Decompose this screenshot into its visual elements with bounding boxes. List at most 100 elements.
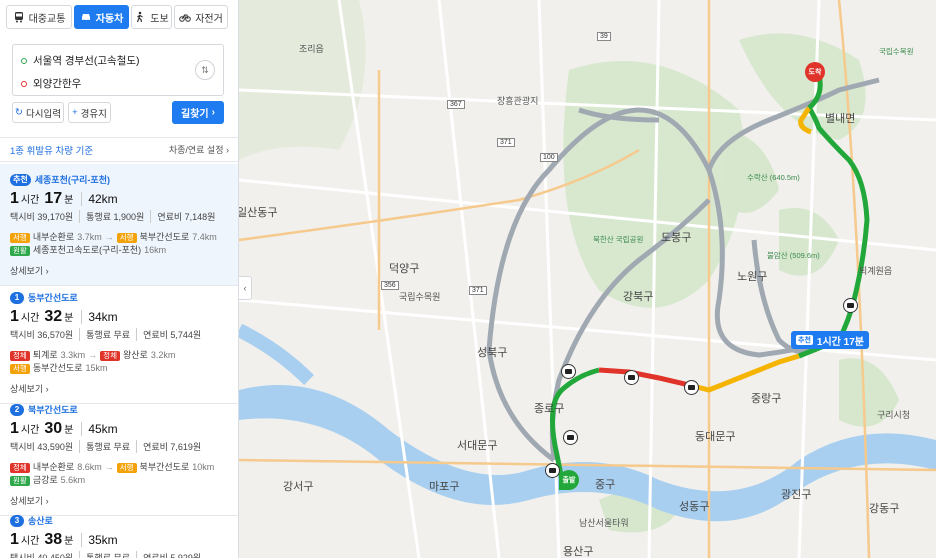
road-number: 39: [597, 32, 611, 41]
add-waypoint-button[interactable]: + 경유지: [68, 102, 111, 123]
route-segments: 서행 내부순환로 3.7km → 서행 북부간선도로 7.4km 원활 세종포천고속도로(구리-…: [10, 231, 229, 257]
speed-camera-icon[interactable]: [684, 380, 699, 395]
walk-icon: [137, 11, 144, 23]
vehicle-settings-link[interactable]: 차종/연료 설정 ›: [169, 143, 229, 156]
route-time-bubble[interactable]: 추천 1시간 17분: [791, 331, 869, 349]
destination-text: 외양간한우: [33, 78, 82, 90]
swap-route-button[interactable]: ⇅: [195, 60, 215, 80]
bus-icon: [14, 12, 23, 23]
route-badge: 2: [10, 403, 24, 416]
segment-row: 서행 내부순환로 3.7km → 서행 북부간선도로 7.4km: [10, 231, 229, 244]
tab-walk[interactable]: 도보: [131, 5, 172, 29]
reset-button[interactable]: ↻ 다시입력: [12, 102, 64, 123]
route-fees: 택시비 43,590원 통행료 무료 연료비 7,619원: [10, 440, 229, 453]
detail-link[interactable]: 상세보기 ›: [10, 264, 229, 277]
traffic-tag: 원활: [10, 475, 30, 486]
river: [239, 323, 314, 385]
vehicle-type-text: 1종 휘발유 차량 기준: [10, 145, 94, 157]
route-input-box: 서울역 경부선(고속철도) 외양간한우 ⇅: [12, 44, 224, 96]
traffic-tag: 서행: [116, 462, 137, 473]
tab-car[interactable]: 자동차: [74, 5, 129, 29]
end-marker[interactable]: 도착: [805, 62, 825, 82]
speed-camera-icon[interactable]: [545, 463, 560, 478]
waypoint-label: 경유지: [80, 108, 107, 120]
route-hours: 1: [10, 308, 19, 325]
route-segments: 정체 퇴계로 3.3km → 정체 왕산로 3.2km 서행 동부간선도로 15km: [10, 349, 229, 375]
speed-camera-icon[interactable]: [561, 364, 576, 379]
segment-distance: 7.4km: [192, 232, 217, 242]
bicycle-icon: [179, 14, 191, 22]
search-label: 길찾기: [181, 109, 209, 120]
reset-label: 다시입력: [26, 108, 61, 120]
district-label: 일산동구: [239, 207, 278, 219]
start-marker[interactable]: 출발: [559, 470, 579, 490]
car-icon: [81, 14, 90, 22]
map-base-svg: [239, 0, 936, 558]
route-minute-unit: 분: [64, 313, 74, 324]
traffic-tag: 서행: [10, 363, 30, 374]
segment-road: 북부간선도로: [139, 462, 190, 472]
place-label: 불암산 (509.6m): [767, 251, 820, 260]
route-hours: 1: [10, 420, 19, 437]
swap-icon: ⇅: [201, 64, 209, 75]
route-time: 1 시간 38 분 35km: [10, 531, 229, 549]
route-minute-unit: 분: [64, 425, 74, 436]
segment-distance: 5.6km: [60, 475, 86, 485]
collapse-panel-button[interactable]: ‹: [239, 276, 252, 300]
arrow-right-icon: →: [104, 462, 114, 472]
han-river: [239, 385, 936, 522]
destination-field[interactable]: 외양간한우: [21, 76, 81, 91]
district-label: 덕양구: [389, 263, 420, 275]
origin-dot-icon: [21, 57, 27, 64]
segment-road: 왕산로: [122, 350, 148, 360]
fuel-cost: 연료비 7,148원: [150, 210, 215, 223]
road-number: 367: [447, 100, 465, 109]
segment-distance: 8.6km: [77, 462, 102, 472]
place-label: 수락산 (640.5m): [747, 173, 800, 182]
segment-distance: 10km: [192, 462, 215, 472]
bubble-tag: 추천: [796, 335, 813, 345]
map-canvas[interactable]: 덕양구 일산동구 도봉구 노원구 강북구 성북구 종로구 서대문구 중구 용산구…: [239, 0, 936, 558]
place-label: 북한산 국립공원: [593, 235, 644, 244]
route-minutes: 30: [44, 420, 63, 437]
route-badge: 1: [10, 291, 24, 304]
segment-distance: 3.2km: [150, 350, 176, 360]
traffic-tag: 서행: [116, 232, 137, 243]
tab-bicycle[interactable]: 자전거: [174, 5, 228, 29]
road-number: 371: [497, 138, 515, 147]
route-hour-unit: 시간: [20, 536, 40, 547]
route-name: 북부간선도로: [28, 405, 78, 415]
route-yellow-seg: [688, 353, 800, 393]
origin-text: 서울역 경부선(고속철도): [33, 55, 140, 67]
toll-fee: 통행료 무료: [79, 551, 130, 558]
traffic-tag: 정체: [100, 350, 120, 361]
route-time: 1 시간 17 분 42km: [10, 190, 229, 208]
route-option-card[interactable]: 3 송산로 1 시간 38 분 35km 택시비 40,450원 통행료 무료 연료비 5,929…: [0, 505, 238, 558]
transport-mode-tabs: 대중교통 자동차 도보 자전거: [0, 0, 238, 34]
tab-transit[interactable]: 대중교통: [6, 5, 72, 29]
speed-camera-icon[interactable]: [843, 298, 858, 313]
arrow-right-icon: →: [88, 350, 98, 360]
route-head: 3 송산로: [10, 514, 229, 527]
route-option-card[interactable]: 추천 세종포천(구리-포천) 1 시간 17 분 42km 택시비 39,170원 통행료 1,…: [0, 164, 238, 286]
bubble-time: 1시간 17분: [816, 336, 864, 348]
segment-road: 금강로: [32, 475, 58, 485]
route-option-card[interactable]: 2 북부간선도로 1 시간 30 분 45km 택시비 43,590원 통행료 무료 연료비 7,…: [0, 394, 238, 516]
destination-dot-icon: [21, 80, 27, 87]
plus-icon: +: [72, 107, 78, 118]
route-option-card[interactable]: 1 동부간선도로 1 시간 32 분 34km 택시비 36,570원 통행료 무료 연료비 5,…: [0, 282, 238, 404]
search-route-button[interactable]: 길찾기 ›: [172, 101, 224, 124]
chevron-right-icon: ›: [211, 107, 215, 118]
district-label: 중랑구: [751, 393, 782, 405]
speed-camera-icon[interactable]: [624, 370, 639, 385]
district-label: 동대문구: [695, 431, 736, 443]
district-label: 성동구: [679, 501, 710, 513]
segment-row: 서행 동부간선도로 15km: [10, 362, 229, 375]
taxi-fare: 택시비 39,170원: [10, 212, 74, 222]
speed-camera-icon[interactable]: [563, 430, 578, 445]
toll-fee: 통행료 무료: [79, 328, 130, 341]
route-minute-unit: 분: [64, 195, 74, 206]
taxi-fare: 택시비 43,590원: [10, 442, 74, 452]
origin-field[interactable]: 서울역 경부선(고속철도): [21, 53, 140, 68]
refresh-icon: ↻: [15, 107, 23, 118]
